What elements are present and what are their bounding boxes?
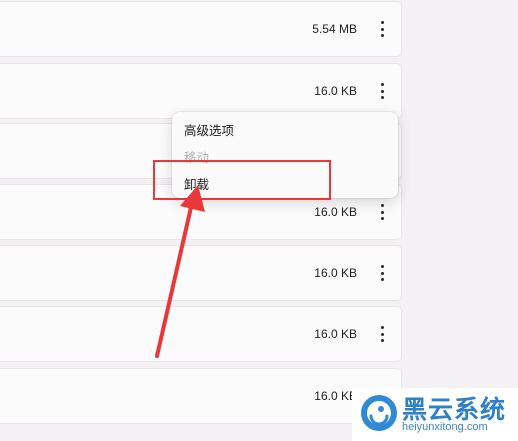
app-size: 16.0 KB bbox=[314, 389, 357, 403]
app-row[interactable]: 16.0 KB bbox=[0, 306, 402, 362]
logo-icon bbox=[361, 395, 397, 431]
app-size: 5.54 MB bbox=[312, 22, 357, 36]
app-row[interactable]: 16.0 KB bbox=[0, 368, 402, 424]
app-row[interactable]: 16.0 KB bbox=[0, 245, 402, 301]
app-size: 16.0 KB bbox=[314, 266, 357, 280]
more-options-icon[interactable] bbox=[377, 204, 387, 220]
app-size: 16.0 KB bbox=[314, 327, 357, 341]
highlight-box bbox=[153, 160, 331, 200]
app-size: 16.0 KB bbox=[314, 84, 357, 98]
watermark: 黑云系统 heiyunxitong.com bbox=[352, 388, 518, 441]
app-size: 16.0 KB bbox=[314, 205, 357, 219]
menu-item-advanced-options[interactable]: 高级选项 bbox=[184, 120, 234, 139]
more-options-icon[interactable] bbox=[377, 21, 387, 37]
more-options-icon[interactable] bbox=[377, 326, 387, 342]
watermark-subtitle: heiyunxitong.com bbox=[402, 421, 488, 433]
app-row[interactable]: 5.54 MB bbox=[0, 1, 402, 57]
app-row[interactable]: 16.0 KB bbox=[0, 63, 402, 119]
more-options-icon[interactable] bbox=[377, 265, 387, 281]
more-options-icon[interactable] bbox=[377, 83, 387, 99]
